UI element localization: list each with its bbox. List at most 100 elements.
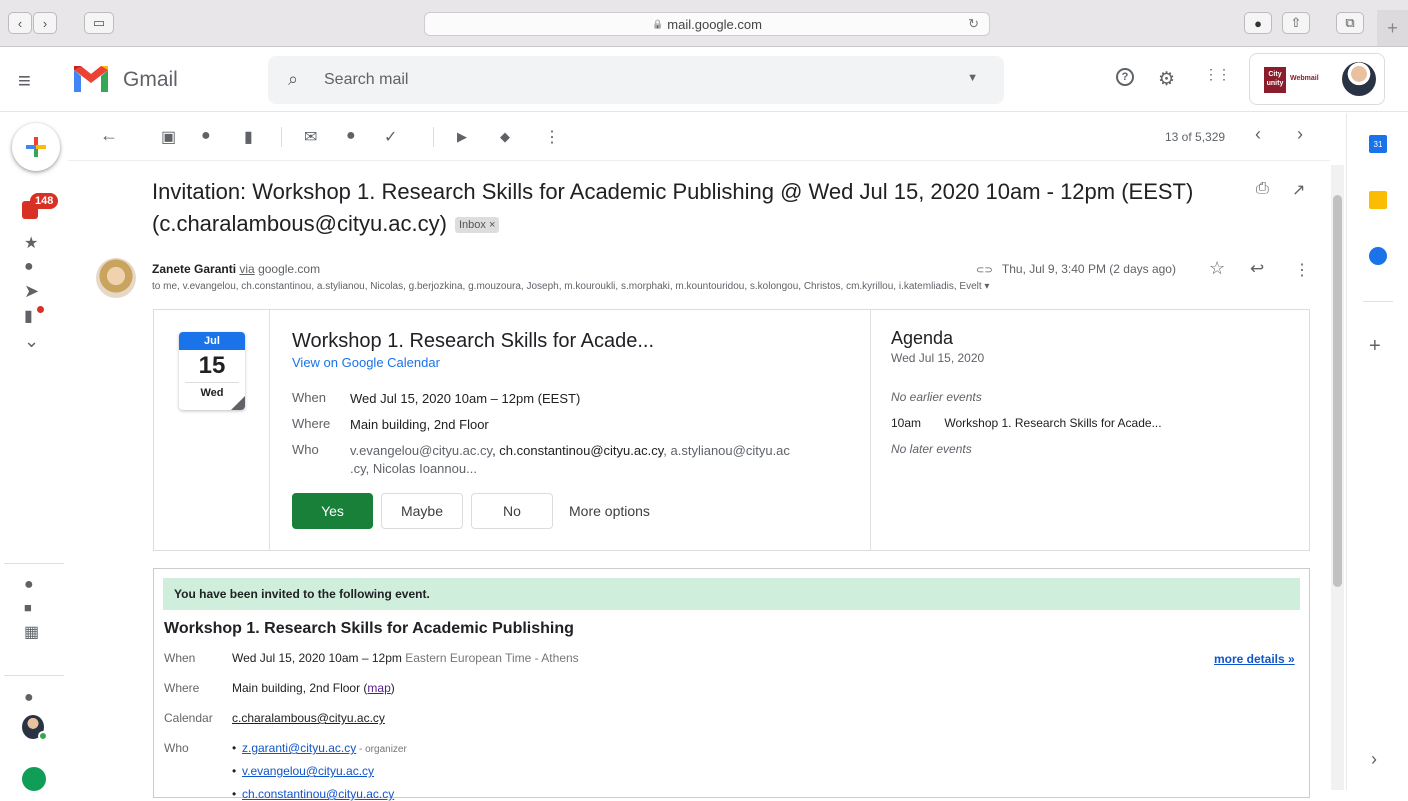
cal-month: Jul xyxy=(179,332,245,350)
move-to-icon[interactable]: ▶ xyxy=(457,129,467,145)
new-tab-button[interactable]: + xyxy=(1377,10,1408,46)
search-options-icon[interactable]: ▼ xyxy=(967,72,978,84)
labels-icon[interactable]: ◆ xyxy=(500,129,510,145)
add-to-tasks-icon[interactable]: ✓ xyxy=(384,127,397,147)
calendar-invite-card: Jul 15 Wed Workshop 1. Research Skills f… xyxy=(153,309,1310,551)
hide-side-panel-icon[interactable]: › xyxy=(1371,749,1377,770)
no-later-events: No later events xyxy=(891,442,972,456)
left-nav-rail: 148 ★ ● ➤ ▮ ⌄ ● ■ ▦ ● xyxy=(0,113,68,791)
more-actions-icon[interactable]: ⋮ xyxy=(544,127,560,147)
tabs-icon: ⧉ xyxy=(1345,15,1355,30)
browser-forward-button[interactable]: › xyxy=(33,12,57,34)
compose-button[interactable] xyxy=(12,123,60,171)
sender-name[interactable]: Zanete Garanti xyxy=(152,262,236,276)
get-addons-icon[interactable]: + xyxy=(1369,335,1381,358)
browser-back-button[interactable]: ‹ xyxy=(8,12,32,34)
plus-icon: + xyxy=(1387,18,1398,38)
sent-icon[interactable]: ➤ xyxy=(24,281,39,302)
map-link[interactable]: map xyxy=(367,681,390,695)
snoozed-icon[interactable]: ● xyxy=(24,258,34,276)
older-icon[interactable]: › xyxy=(1297,124,1303,145)
rsvp-maybe-button[interactable]: Maybe xyxy=(381,493,463,529)
url-bar[interactable]: 🔒 mail.google.com ↻ xyxy=(424,12,990,36)
account-avatar[interactable] xyxy=(1342,62,1376,96)
more-options-link[interactable]: More options xyxy=(569,503,650,519)
video-icon[interactable]: ■ xyxy=(24,600,32,615)
agenda-time: 10am xyxy=(891,416,922,430)
keyboard-icon[interactable]: ▦ xyxy=(24,622,39,642)
search-icon[interactable]: ⌕ xyxy=(288,69,298,90)
guest-email-link[interactable]: v.evangelou@cityu.ac.cy xyxy=(242,764,374,778)
who-label: Who xyxy=(292,442,319,457)
lock-icon: 🔒 xyxy=(652,18,664,29)
more-labels-icon[interactable]: ⌄ xyxy=(24,331,39,352)
tasks-app-icon[interactable] xyxy=(1369,247,1387,265)
browser-toolbar: ‹ › ▭ 🔒 mail.google.com ↻ ● ⇧ ⧉ + xyxy=(0,0,1408,47)
guest-email-link[interactable]: ch.constantinou@cityu.ac.cy xyxy=(242,787,394,801)
open-new-window-icon[interactable]: ↗ xyxy=(1292,180,1305,200)
who-value[interactable]: v.evangelou@cityu.ac.cy, ch.constantinou… xyxy=(350,442,860,478)
rsvp-yes-button[interactable]: Yes xyxy=(292,493,373,529)
starred-icon[interactable]: ★ xyxy=(24,233,38,253)
gmail-logo-icon xyxy=(74,66,108,92)
message-more-icon[interactable]: ⋮ xyxy=(1294,260,1310,280)
newer-icon[interactable]: ‹ xyxy=(1255,124,1261,145)
rsvp-no-button[interactable]: No xyxy=(471,493,553,529)
share-icon: ⇧ xyxy=(1290,15,1302,30)
snooze-icon[interactable]: ● xyxy=(346,127,356,145)
back-to-inbox-icon[interactable]: ← xyxy=(100,125,118,146)
tabs-button[interactable]: ⧉ xyxy=(1336,12,1364,34)
calendar-app-icon[interactable]: 31 xyxy=(1369,135,1387,153)
back-icon: ‹ xyxy=(17,15,23,31)
sender-avatar[interactable] xyxy=(96,258,136,298)
via-label[interactable]: via xyxy=(239,262,254,276)
report-spam-icon[interactable]: ● xyxy=(201,127,211,145)
guest-list-item: • v.evangelou@cityu.ac.cy xyxy=(232,764,375,778)
where-label: Where xyxy=(292,416,331,431)
share-button[interactable]: ⇧ xyxy=(1282,12,1310,34)
meet-icon[interactable]: ● xyxy=(24,576,34,594)
hangouts-new-icon[interactable] xyxy=(22,767,46,791)
more-details-link[interactable]: more details » xyxy=(1214,652,1295,666)
delete-icon[interactable]: ▮ xyxy=(244,127,253,147)
help-icon[interactable]: ? xyxy=(1116,68,1134,86)
guest-list-item: • ch.constantinou@cityu.ac.cy xyxy=(232,787,395,801)
account-switcher[interactable]: City unity Webmail xyxy=(1249,53,1385,105)
guest-email-link[interactable]: z.garanti@cityu.ac.cy xyxy=(242,741,356,755)
downloads-button[interactable]: ● xyxy=(1244,12,1272,34)
organizer-note: - organizer xyxy=(356,744,407,755)
mark-unread-icon[interactable]: ✉ xyxy=(304,127,317,147)
search-bar[interactable]: ⌕ Search mail ▼ xyxy=(268,56,1004,104)
message-toolbar: ← ▣ ● ▮ ✉ ● ✓ ▶ ◆ ⋮ 13 of 5,329 ‹ › xyxy=(68,113,1330,161)
scrollbar-thumb[interactable] xyxy=(1333,195,1342,587)
apps-grid-icon[interactable]: ⋮⋮ xyxy=(1204,66,1231,83)
content-scrollbar[interactable] xyxy=(1331,165,1344,790)
hangouts-icon[interactable]: ● xyxy=(24,689,34,707)
sidebar-toggle-button[interactable]: ▭ xyxy=(84,12,114,34)
agenda-date: Wed Jul 15, 2020 xyxy=(891,351,985,365)
inbox-label-chip[interactable]: Inbox × xyxy=(454,217,500,234)
view-on-calendar-link[interactable]: View on Google Calendar xyxy=(292,355,440,370)
card-divider-right xyxy=(870,310,871,550)
side-panel-divider xyxy=(1363,301,1393,302)
invite-where-value: Main building, 2nd Floor (map) xyxy=(232,681,395,695)
calendar-email-link[interactable]: c.charalambous@cityu.ac.cy xyxy=(232,711,385,725)
recipients-list[interactable]: to me, v.evangelou, ch.constantinou, a.s… xyxy=(152,281,1224,292)
settings-icon[interactable]: ⚙ xyxy=(1158,68,1175,91)
attachment-icon: ⊂⊃ xyxy=(976,265,993,276)
download-icon: ● xyxy=(1254,15,1262,31)
agenda-title: Agenda xyxy=(891,328,954,348)
keep-app-icon[interactable] xyxy=(1369,191,1387,209)
guest-list-item: • z.garanti@cityu.ac.cy - organizer xyxy=(232,741,407,755)
print-icon[interactable]: ⎙ xyxy=(1256,180,1269,198)
reload-icon[interactable]: ↻ xyxy=(968,16,979,32)
main-menu-icon[interactable]: ≡ xyxy=(18,68,31,94)
agenda-item[interactable]: 10am Workshop 1. Research Skills for Aca… xyxy=(891,416,1162,430)
cal-fold xyxy=(231,396,245,410)
archive-icon[interactable]: ▣ xyxy=(161,127,176,147)
search-input[interactable]: Search mail xyxy=(324,71,408,89)
drafts-icon[interactable]: ▮ xyxy=(24,306,33,326)
sender-domain: google.com xyxy=(258,262,321,276)
star-icon[interactable]: ☆ xyxy=(1209,258,1225,279)
reply-icon[interactable]: ↩ xyxy=(1250,259,1264,279)
